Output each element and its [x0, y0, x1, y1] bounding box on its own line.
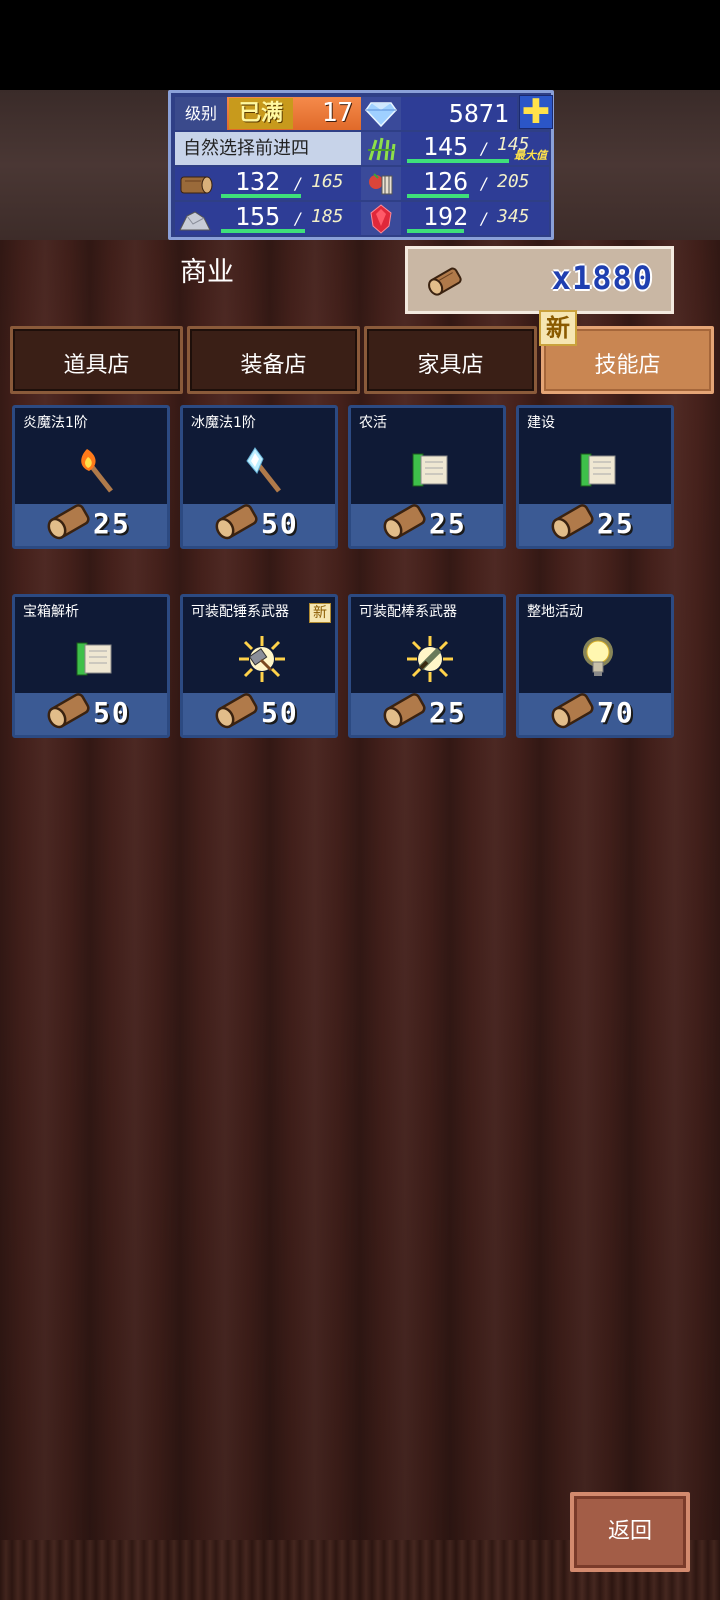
skill-name: 农活 — [359, 415, 387, 431]
gems-box: 5871 — [401, 97, 517, 130]
food-max: 205 — [497, 171, 530, 192]
tab-item-shop[interactable]: 道具店 — [10, 326, 183, 394]
wood-log-icon — [381, 496, 431, 550]
wood-value: 132 — [235, 167, 281, 196]
skill-card[interactable]: 整地活动 70 — [516, 594, 674, 738]
skill-name: 可装配棒系武器 — [359, 604, 457, 620]
food-icon — [361, 167, 401, 200]
diamond-icon — [361, 97, 401, 130]
wood-log-icon — [549, 685, 599, 739]
scroll-icon — [405, 442, 455, 498]
hammer-icon — [237, 631, 287, 687]
price-bar: 25 — [351, 693, 503, 735]
skill-name: 建设 — [527, 415, 555, 431]
wood-log-icon — [45, 496, 95, 550]
ruby-value: 192 — [423, 202, 469, 231]
currency-value: x1880 — [551, 259, 653, 297]
fire-staff-icon — [69, 442, 119, 498]
grass-box: 145 / 145 最大值 — [401, 132, 549, 165]
food-bar — [407, 194, 469, 198]
status-bar — [0, 0, 720, 90]
wood-log-icon — [213, 685, 263, 739]
wood-log-icon — [426, 261, 466, 305]
skill-currency-box: x1880 — [405, 246, 674, 314]
ruby-max: 345 — [497, 206, 530, 227]
skill-name: 炎魔法1阶 — [23, 415, 88, 431]
ruby-icon — [361, 202, 401, 235]
price-bar: 50 — [183, 504, 335, 546]
wood-icon — [175, 167, 215, 200]
skill-price: 50 — [261, 507, 299, 540]
ore-icon — [175, 202, 215, 235]
grass-icon — [361, 132, 401, 165]
ore-value: 155 — [235, 202, 281, 231]
wood-log-icon — [45, 685, 95, 739]
skill-name: 冰魔法1阶 — [191, 415, 256, 431]
max-note: 最大值 — [514, 149, 547, 162]
ruby-bar — [407, 229, 464, 233]
food-value: 126 — [423, 167, 469, 196]
ore-max: 185 — [311, 206, 344, 227]
skill-price: 50 — [261, 696, 299, 729]
skill-card[interactable]: 宝箱解析 50 — [12, 594, 170, 738]
gems-value: 5871 — [448, 99, 509, 128]
plus-icon: ✚ — [521, 92, 551, 132]
wood-log-icon — [381, 685, 431, 739]
level-bar: 已满 17 — [227, 97, 361, 130]
tab-equipment-shop[interactable]: 装备店 — [187, 326, 360, 394]
level-label: 级别 — [175, 97, 227, 130]
grass-value: 145 — [423, 132, 469, 161]
price-bar: 50 — [15, 693, 167, 735]
price-bar: 25 — [15, 504, 167, 546]
wood-max: 165 — [311, 171, 344, 192]
tab-furniture-shop[interactable]: 家具店 — [364, 326, 537, 394]
food-box: 126 / 205 — [401, 167, 549, 200]
skill-card[interactable]: 炎魔法1阶 25 — [12, 405, 170, 549]
skill-price: 50 — [93, 696, 131, 729]
skill-price: 70 — [597, 696, 635, 729]
club-icon — [405, 631, 455, 687]
wood-log-icon — [549, 496, 599, 550]
level-value: 17 — [321, 98, 353, 128]
resource-hud: 级别 已满 17 5871 ✚ 自然选择前进四 145 / 145 最大值 13… — [168, 90, 554, 240]
player-title: 自然选择前进四 — [175, 132, 361, 165]
skill-name: 整地活动 — [527, 604, 583, 620]
add-gems-button[interactable]: ✚ — [519, 95, 553, 129]
skill-card[interactable]: 农活 25 — [348, 405, 506, 549]
skill-price: 25 — [93, 507, 131, 540]
ore-bar — [221, 229, 305, 233]
skill-card[interactable]: 可装配棒系武器 25 — [348, 594, 506, 738]
skill-price: 25 — [429, 696, 467, 729]
back-button[interactable]: 返回 — [570, 1492, 690, 1572]
price-bar: 25 — [519, 504, 671, 546]
new-badge: 新 — [539, 310, 577, 346]
ruby-box: 192 / 345 — [401, 202, 549, 235]
skill-card[interactable]: 建设 25 — [516, 405, 674, 549]
grass-bar — [407, 159, 509, 163]
ice-staff-icon — [237, 442, 287, 498]
curtain-background — [0, 90, 720, 1600]
wood-log-icon — [213, 496, 263, 550]
scroll-icon — [69, 631, 119, 687]
skill-name: 可装配锤系武器 — [191, 604, 289, 620]
scroll-icon — [573, 442, 623, 498]
price-bar: 50 — [183, 693, 335, 735]
skill-name: 宝箱解析 — [23, 604, 79, 620]
new-badge: 新 — [309, 603, 331, 623]
ore-box: 155 / 185 — [215, 202, 361, 235]
skill-price: 25 — [597, 507, 635, 540]
page-title: 商业 — [180, 257, 234, 288]
skill-card[interactable]: 冰魔法1阶 50 — [180, 405, 338, 549]
price-bar: 25 — [351, 504, 503, 546]
price-bar: 70 — [519, 693, 671, 735]
skill-price: 25 — [429, 507, 467, 540]
level-max-badge: 已满 — [229, 98, 293, 129]
lightbulb-icon — [573, 631, 623, 687]
wood-bar — [221, 194, 301, 198]
wood-box: 132 / 165 — [215, 167, 361, 200]
skill-card[interactable]: 可装配锤系武器 新 50 — [180, 594, 338, 738]
